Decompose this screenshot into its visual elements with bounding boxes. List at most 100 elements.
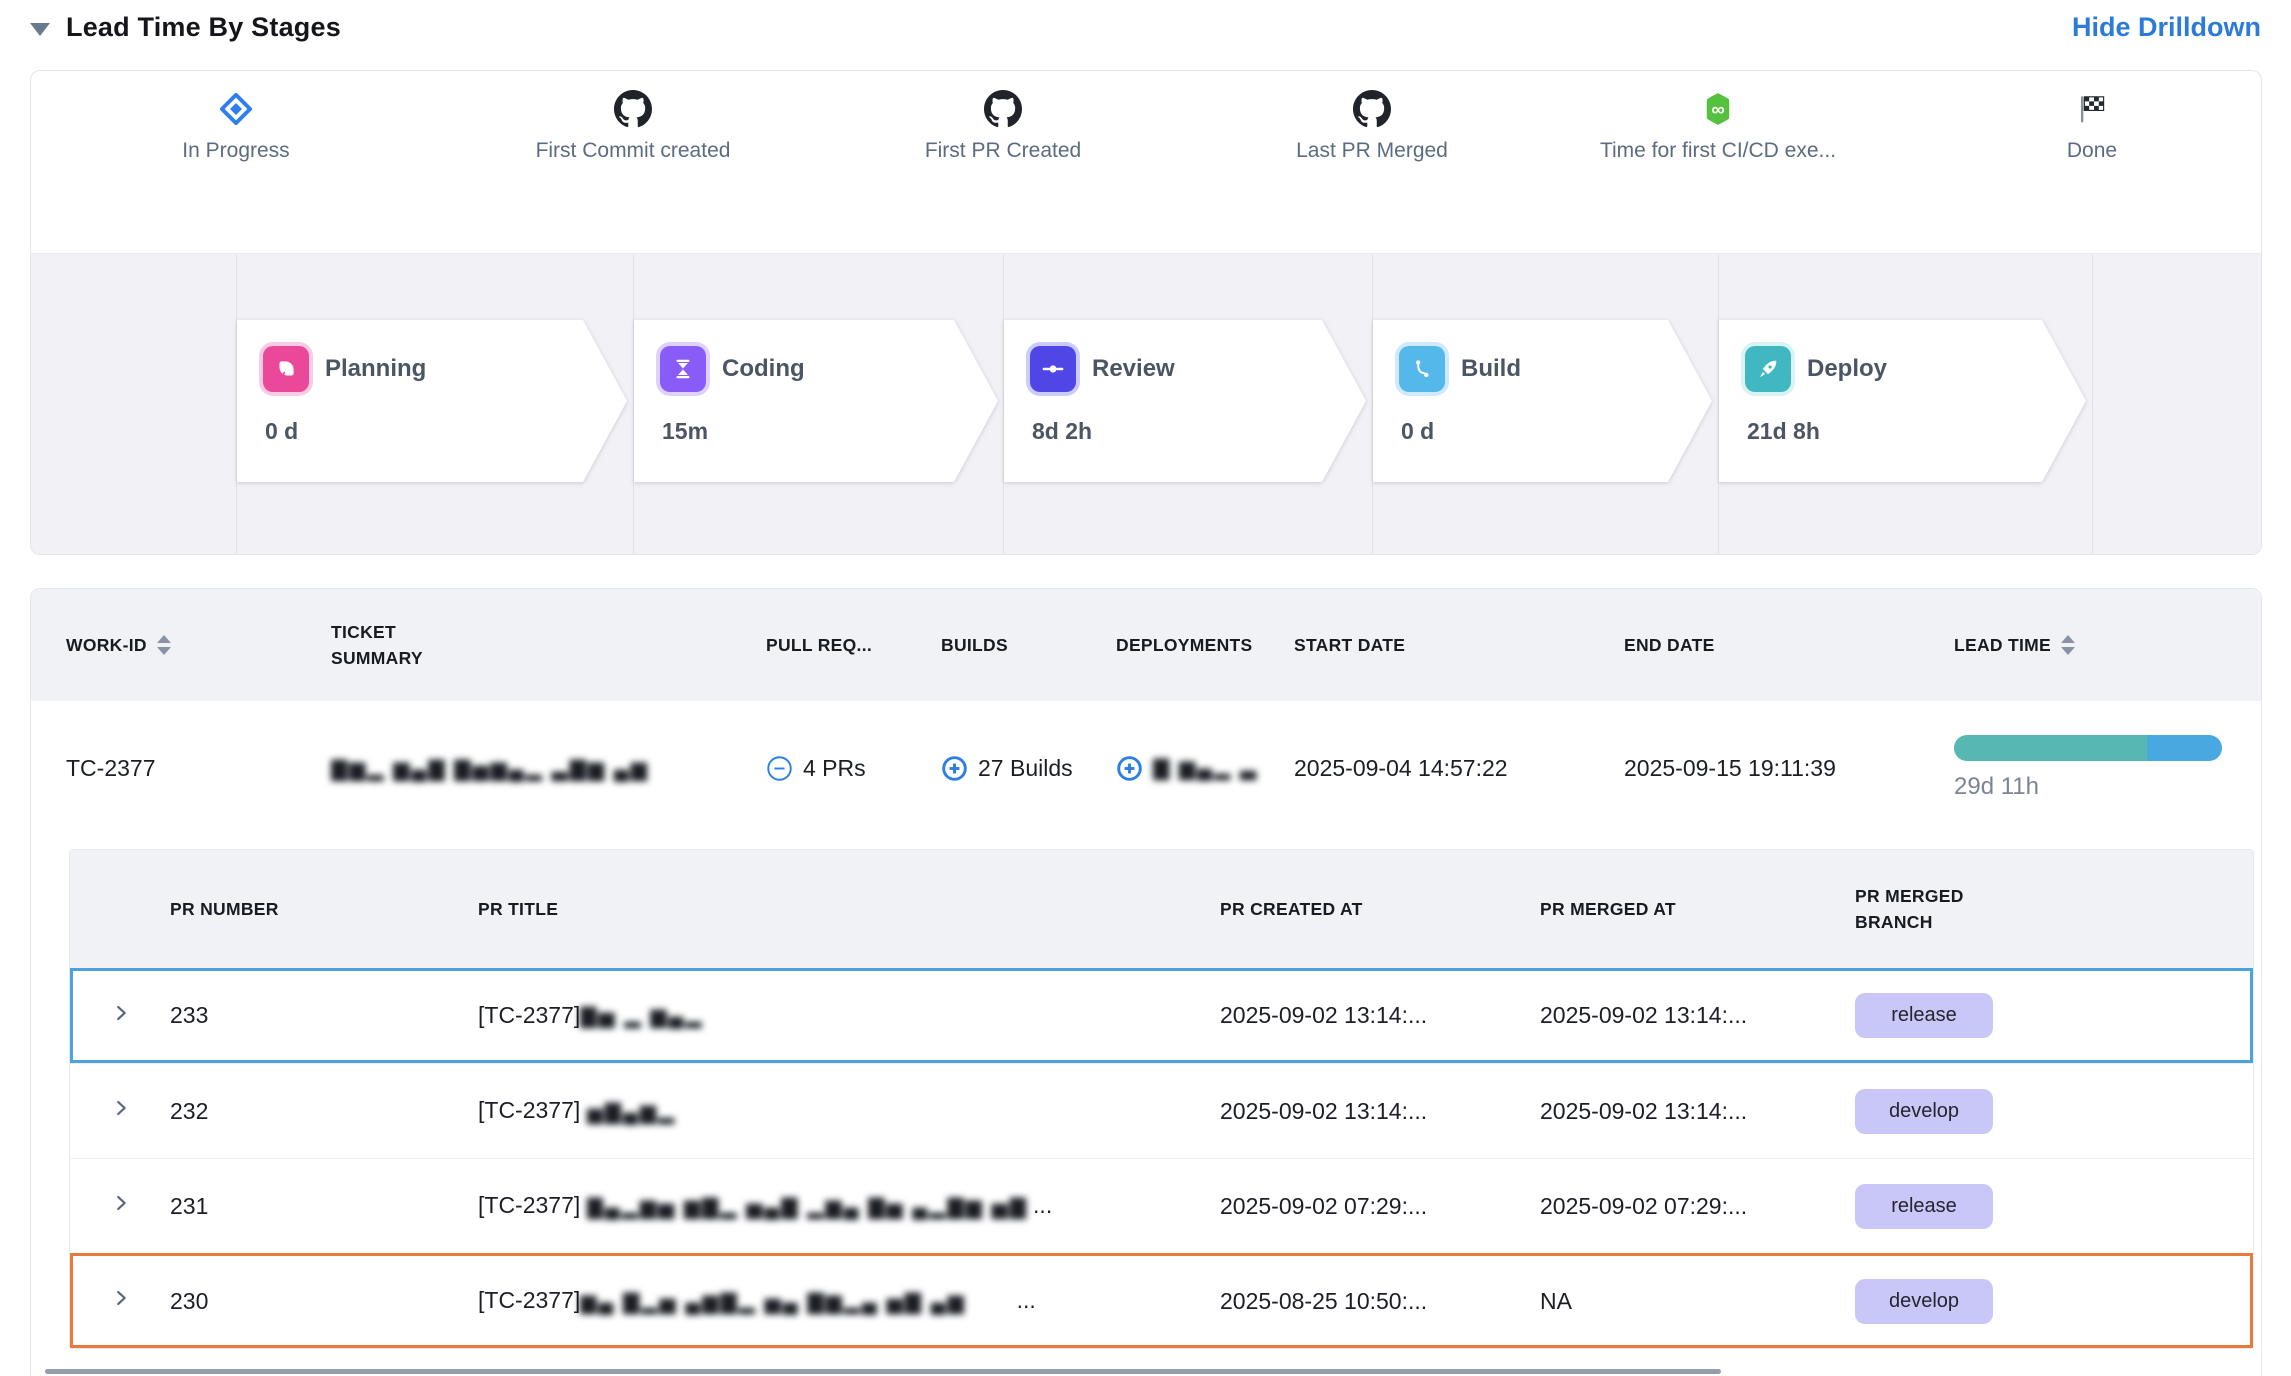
pull-requests-cell[interactable]: 4 PRs <box>766 755 941 782</box>
section-header: Lead Time By Stages Hide Drilldown <box>30 12 2261 43</box>
pr-title-ellipsis: ... <box>1017 1287 1036 1313</box>
pr-row-231[interactable]: 231 [TC-2377] ▇▄▂▆▅ ▆▇▂ ▅▄▇ ▂▆▄ ▇▅ ▄▂▇▆ … <box>70 1158 2253 1253</box>
pr-table-header: PR NUMBER PR TITLE PR CREATED AT PR MERG… <box>70 850 2253 968</box>
stage-pipeline-card: In Progress First Commit created First P… <box>30 70 2262 555</box>
stage-lane: Planning 0 d Coding 15m <box>31 253 2261 554</box>
work-id-cell: TC-2377 <box>66 755 331 782</box>
stage-name: Deploy <box>1807 355 1887 383</box>
col-label: BUILDS <box>941 635 1008 656</box>
finish-flag-icon <box>1922 89 2262 129</box>
chevron-right-icon[interactable] <box>110 1097 132 1119</box>
stage-duration: 21d 8h <box>1747 418 2086 445</box>
lead-time-bar-teal-segment <box>1954 735 2147 761</box>
commit-icon <box>1030 346 1076 392</box>
milestone-label: Time for first CI/CD exe... <box>1548 139 1888 163</box>
sort-icon[interactable] <box>157 635 171 655</box>
stage-deploy: Deploy 21d 8h <box>1719 320 2086 482</box>
milestone-label: In Progress <box>66 139 406 163</box>
branch-badge: develop <box>1855 1089 1993 1134</box>
milestone-in-progress: In Progress <box>66 89 406 163</box>
pr-title-ellipsis: ... <box>1033 1192 1052 1218</box>
pr-title-prefix: [TC-2377] <box>478 1097 580 1123</box>
page-title: Lead Time By Stages <box>66 12 341 43</box>
collapse-caret-icon[interactable] <box>30 23 50 36</box>
cicd-icon: ∞ <box>1548 89 1888 129</box>
pr-number: 233 <box>170 1002 478 1029</box>
builds-count-label: 27 Builds <box>978 755 1073 782</box>
lead-time-cell: 29d 11h <box>1954 735 2261 801</box>
stage-build: Build 0 d <box>1373 320 1712 482</box>
hide-drilldown-link[interactable]: Hide Drilldown <box>2072 12 2261 43</box>
pr-merged-at: 2025-09-02 07:29:... <box>1540 1193 1855 1220</box>
deployments-cell[interactable]: ▇ ▆▄▂ ▃ <box>1116 755 1294 782</box>
milestone-label: Last PR Merged <box>1202 139 1542 163</box>
branch-icon <box>1399 346 1445 392</box>
stage-name: Review <box>1092 355 1175 383</box>
stage-duration: 15m <box>662 418 998 445</box>
expand-circle-icon <box>941 755 968 782</box>
col-label: LEAD TIME <box>1954 635 2051 656</box>
col-lead-time[interactable]: LEAD TIME <box>1954 635 2261 656</box>
pr-created-at: 2025-09-02 13:14:... <box>1220 1002 1540 1029</box>
chevron-right-icon[interactable] <box>110 1192 132 1214</box>
branch-badge: develop <box>1855 1279 1993 1324</box>
pr-merged-at: NA <box>1540 1288 1855 1315</box>
col-label: PR TITLE <box>478 899 558 920</box>
lead-time-label: 29d 11h <box>1954 773 2261 801</box>
horizontal-scrollbar-thumb[interactable] <box>45 1369 1721 1374</box>
col-pr-created-at: PR CREATED AT <box>1220 899 1540 920</box>
milestone-label: First Commit created <box>463 139 803 163</box>
col-ticket-summary: TICKET SUMMARY <box>331 619 766 672</box>
sort-icon[interactable] <box>2061 635 2075 655</box>
branch-badge: release <box>1855 993 1993 1038</box>
pr-number: 230 <box>170 1288 478 1315</box>
col-label: PR CREATED AT <box>1220 899 1363 920</box>
pr-table: PR NUMBER PR TITLE PR CREATED AT PR MERG… <box>69 849 2254 1349</box>
pr-row-233[interactable]: 233 [TC-2377]▇▅ ▂ ▆▄▂ 2025-09-02 13:14:.… <box>70 968 2253 1063</box>
milestone-last-pr-merged: Last PR Merged <box>1202 89 1542 163</box>
milestone-done: Done <box>1922 89 2262 163</box>
rocket-icon <box>1745 346 1791 392</box>
pr-title-prefix: [TC-2377] <box>478 1287 580 1313</box>
col-work-id[interactable]: WORK-ID <box>66 635 331 656</box>
col-label: WORK-ID <box>66 635 147 656</box>
stage-review: Review 8d 2h <box>1004 320 1366 482</box>
milestone-first-pr: First PR Created <box>833 89 1173 163</box>
pr-row-232[interactable]: 232 [TC-2377] ▅▇▄▆▂ 2025-09-02 13:14:...… <box>70 1063 2253 1158</box>
work-table-header: WORK-ID TICKET SUMMARY PULL REQ... BUILD… <box>31 589 2261 701</box>
col-end-date: END DATE <box>1624 635 1954 656</box>
stage-duration: 0 d <box>1401 418 1712 445</box>
collapse-circle-icon <box>766 755 793 782</box>
redacted-pr-title: ▇▅ ▂ ▆▄▂ <box>580 1004 730 1029</box>
col-label: PR NUMBER <box>170 899 279 920</box>
stage-duration: 8d 2h <box>1032 418 1366 445</box>
col-pr-merged-branch: PR MERGED BRANCH <box>1855 883 2253 936</box>
pr-merged-at: 2025-09-02 13:14:... <box>1540 1002 1855 1029</box>
col-label: DEPLOYMENTS <box>1116 635 1253 656</box>
svg-text:∞: ∞ <box>1711 98 1724 119</box>
chevron-right-icon[interactable] <box>110 1287 132 1309</box>
stage-name: Planning <box>325 355 426 383</box>
col-label: START DATE <box>1294 635 1405 656</box>
redacted-pr-title: ▅▇▄▆▂ <box>587 1100 717 1125</box>
col-pr-number: PR NUMBER <box>170 899 478 920</box>
pr-title-prefix: [TC-2377] <box>478 1192 580 1218</box>
pr-title: [TC-2377] ▅▇▄▆▂ <box>478 1097 1220 1124</box>
builds-cell[interactable]: 27 Builds <box>941 755 1116 782</box>
lead-time-drilldown-page: Lead Time By Stages Hide Drilldown In Pr… <box>0 0 2291 1376</box>
pr-title: [TC-2377] ▇▄▂▆▅ ▆▇▂ ▅▄▇ ▂▆▄ ▇▅ ▄▂▇▆ ▅▇ .… <box>478 1192 1220 1219</box>
col-pr-merged-at: PR MERGED AT <box>1540 899 1855 920</box>
planning-icon <box>263 346 309 392</box>
pr-number: 231 <box>170 1193 478 1220</box>
col-start-date: START DATE <box>1294 635 1624 656</box>
pr-row-230[interactable]: 230 [TC-2377]▆▄ ▇▂▅ ▄▆▇▂ ▅▄ ▇▆▂▄ ▅▇ ▄▆ .… <box>70 1253 2253 1348</box>
end-date-cell: 2025-09-15 19:11:39 <box>1624 755 1954 782</box>
milestone-cicd: ∞ Time for first CI/CD exe... <box>1548 89 1888 163</box>
chevron-right-icon[interactable] <box>110 1002 132 1024</box>
jira-status-icon <box>66 89 406 129</box>
work-items-table: WORK-ID TICKET SUMMARY PULL REQ... BUILD… <box>30 588 2262 1376</box>
pr-number: 232 <box>170 1098 478 1125</box>
pr-created-at: 2025-08-25 10:50:... <box>1220 1288 1540 1315</box>
pr-created-at: 2025-09-02 07:29:... <box>1220 1193 1540 1220</box>
col-label: END DATE <box>1624 635 1715 656</box>
